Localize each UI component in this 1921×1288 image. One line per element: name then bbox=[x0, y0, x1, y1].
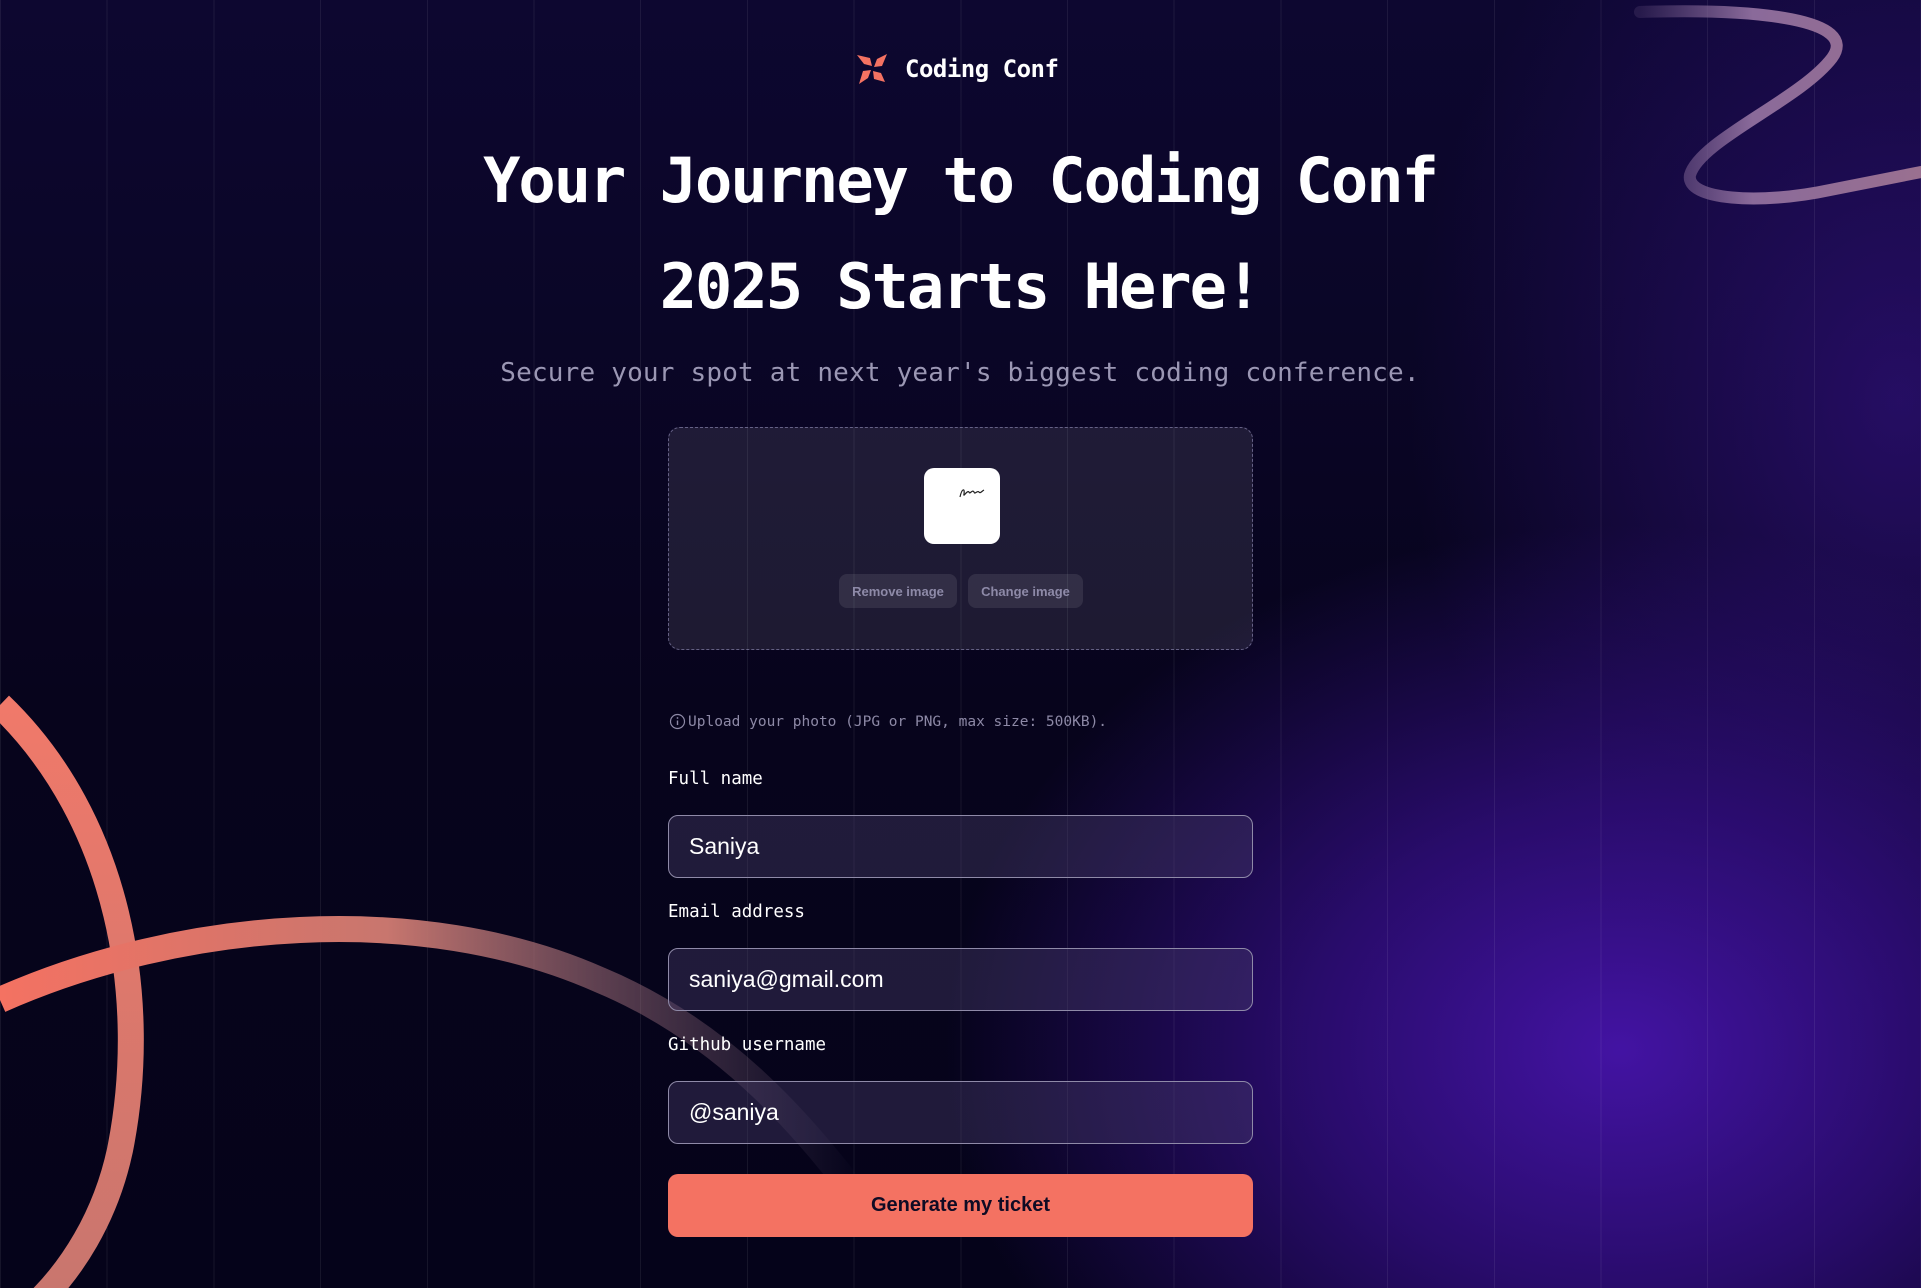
info-icon bbox=[669, 713, 686, 730]
full-name-label: Full name bbox=[668, 769, 763, 789]
page-subtitle: Secure your spot at next year's biggest … bbox=[500, 358, 1420, 388]
signature-mark bbox=[959, 489, 985, 498]
remove-image-button[interactable]: Remove image bbox=[839, 574, 957, 608]
email-label: Email address bbox=[668, 902, 805, 922]
full-name-input[interactable] bbox=[668, 815, 1253, 878]
upload-hint-text: Upload your photo (JPG or PNG, max size:… bbox=[688, 713, 1108, 730]
github-username-input[interactable] bbox=[668, 1081, 1253, 1144]
github-label: Github username bbox=[668, 1035, 827, 1055]
change-image-button[interactable]: Change image bbox=[968, 574, 1083, 608]
logo-icon bbox=[857, 54, 887, 84]
page-title-line-2: 2025 Starts Here! bbox=[659, 250, 1263, 323]
page-title-line-1: Your Journey to Coding Conf bbox=[483, 144, 1439, 217]
brand-logo[interactable]: Coding Conf bbox=[855, 52, 1059, 86]
generate-ticket-button[interactable]: Generate my ticket bbox=[668, 1174, 1253, 1237]
avatar-preview bbox=[924, 468, 1000, 544]
avatar-upload-dropzone[interactable]: Remove image Change image bbox=[668, 427, 1253, 650]
email-input[interactable] bbox=[668, 948, 1253, 1011]
upload-hint: Upload your photo (JPG or PNG, max size:… bbox=[669, 713, 1107, 730]
brand-name: Coding Conf bbox=[905, 55, 1059, 83]
page-title: Your Journey to Coding Conf 2025 Starts … bbox=[400, 128, 1520, 340]
